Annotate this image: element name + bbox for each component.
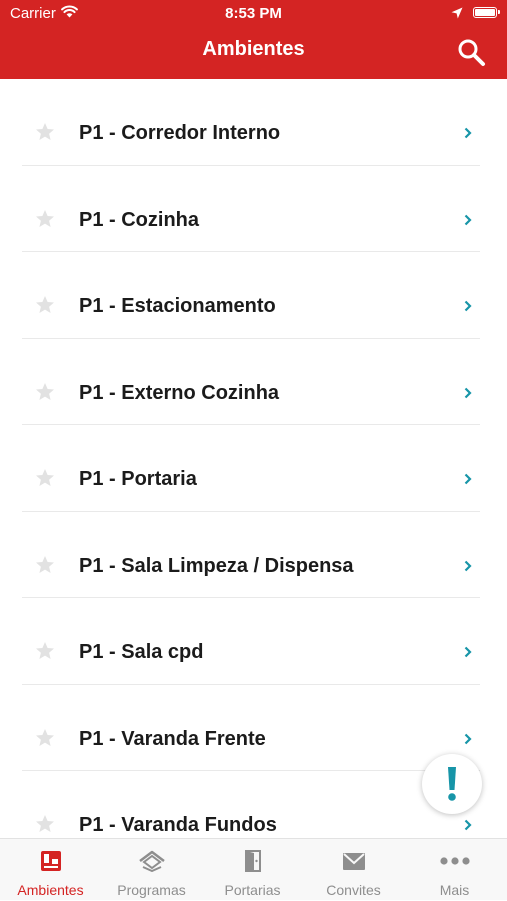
favorite-star-icon[interactable] xyxy=(35,382,55,402)
list-item-label: P1 - Portaria xyxy=(79,468,197,490)
favorite-star-icon[interactable] xyxy=(35,641,55,661)
favorite-star-icon[interactable] xyxy=(35,814,55,834)
search-icon xyxy=(458,39,485,66)
list-item[interactable]: P1 - Corredor Interno xyxy=(22,79,480,166)
more-dots-icon xyxy=(439,857,470,865)
tab-mais[interactable]: Mais xyxy=(404,839,505,901)
list-item[interactable]: P1 - Externo Cozinha xyxy=(22,339,480,425)
battery-icon xyxy=(473,7,500,18)
tab-bar: Ambientes Programas Portarias Convites M… xyxy=(0,838,507,900)
chevron-right-icon xyxy=(464,472,472,485)
favorite-star-icon[interactable] xyxy=(35,728,55,748)
tab-label: Mais xyxy=(439,882,470,898)
chevron-right-icon xyxy=(464,559,472,571)
exclamation-icon xyxy=(448,767,456,801)
list-item[interactable]: P1 - Varanda Frente xyxy=(22,685,480,771)
chevron-right-icon xyxy=(464,732,472,744)
list-item-label: P1 - Varanda Frente xyxy=(79,727,266,750)
chevron-right-icon xyxy=(464,386,472,398)
nav-header: Carrier 8:53 PM Ambientes xyxy=(0,0,507,79)
chevron-right-icon xyxy=(464,818,472,831)
chevron-right-icon xyxy=(464,213,472,225)
chevron-right-icon xyxy=(464,299,472,312)
tab-portarias[interactable]: Portarias xyxy=(202,839,303,901)
list-item-label: P1 - Estacionamento xyxy=(79,295,276,317)
tab-label: Ambientes xyxy=(17,882,84,898)
status-time: 8:53 PM xyxy=(225,5,282,22)
tab-ambientes[interactable]: Ambientes xyxy=(0,839,101,901)
favorite-star-icon[interactable] xyxy=(35,122,55,142)
list-item[interactable]: P1 - Portaria xyxy=(22,425,480,512)
favorite-star-icon[interactable] xyxy=(35,295,55,315)
favorite-star-icon[interactable] xyxy=(35,468,55,488)
ambientes-list: P1 - Corredor Interno P1 - Cozinha P1 - … xyxy=(0,79,507,838)
list-item-label: P1 - Cozinha xyxy=(79,208,200,231)
list-item-label: P1 - Corredor Interno xyxy=(79,122,281,144)
ambientes-icon xyxy=(40,851,61,871)
tab-label: Portarias xyxy=(224,882,281,898)
programas-icon xyxy=(138,850,165,872)
status-bar: Carrier 8:53 PM xyxy=(0,0,507,28)
list-item-label: P1 - Sala cpd xyxy=(79,641,204,663)
list-item-label: P1 - Varanda Fundos xyxy=(79,814,277,836)
page-title: Ambientes xyxy=(202,38,305,60)
tab-label: Programas xyxy=(117,882,186,898)
list-item[interactable]: P1 - Sala Limpeza / Dispensa xyxy=(22,512,480,598)
list-item-label: P1 - Externo Cozinha xyxy=(79,381,280,404)
tab-label: Convites xyxy=(326,882,381,898)
location-arrow-icon xyxy=(451,6,463,23)
portarias-icon xyxy=(244,850,261,872)
list-item[interactable]: P1 - Sala cpd xyxy=(22,598,480,685)
list-item[interactable]: P1 - Estacionamento xyxy=(22,252,480,339)
list-item[interactable]: P1 - Cozinha xyxy=(22,166,480,252)
list-item[interactable]: P1 - Varanda Fundos xyxy=(22,771,480,838)
tab-convites[interactable]: Convites xyxy=(303,839,404,901)
search-button[interactable] xyxy=(457,38,487,68)
chevron-right-icon xyxy=(464,126,472,139)
favorite-star-icon[interactable] xyxy=(35,209,55,229)
list-item-label: P1 - Sala Limpeza / Dispensa xyxy=(79,554,354,577)
chevron-right-icon xyxy=(464,645,472,658)
favorite-star-icon[interactable] xyxy=(35,555,55,575)
alert-fab-button[interactable] xyxy=(422,754,482,814)
tab-programas[interactable]: Programas xyxy=(101,839,202,901)
convites-icon xyxy=(342,853,365,870)
